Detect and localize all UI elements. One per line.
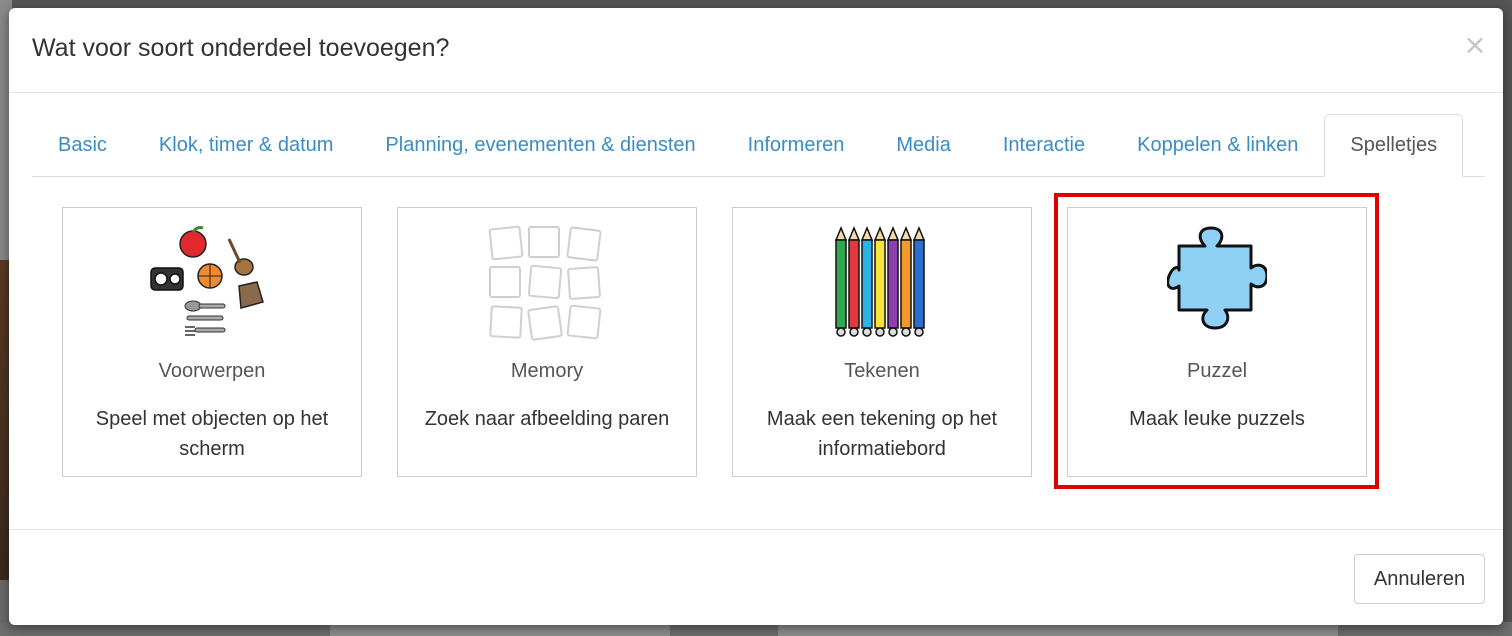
category-tabs: Basic Klok, timer & datum Planning, even… <box>32 114 1485 177</box>
card-description: Maak een tekening op het informatiebord <box>766 408 998 460</box>
backdrop-card <box>330 624 670 636</box>
dialog-footer: Annuleren <box>9 529 1503 625</box>
cancel-button[interactable]: Annuleren <box>1354 554 1485 604</box>
tab-basic[interactable]: Basic <box>32 114 133 176</box>
dialog-title: Wat voor soort onderdeel toevoegen? <box>32 34 450 62</box>
card-puzzel[interactable]: Puzzel Maak leuke puzzels <box>1067 207 1367 477</box>
dialog-header: Wat voor soort onderdeel toevoegen? × <box>9 8 1503 93</box>
tab-inform[interactable]: Informeren <box>722 114 871 176</box>
card-title: Tekenen <box>844 360 920 382</box>
puzzle-piece-icon <box>1068 224 1366 344</box>
tab-planning-events-services[interactable]: Planning, evenementen & diensten <box>359 114 721 176</box>
game-options: Voorwerpen Speel met objecten op het sch… <box>62 207 1382 477</box>
tab-games[interactable]: Spelletjes <box>1324 114 1464 177</box>
card-description: Maak leuke puzzels <box>1129 408 1305 430</box>
card-description: Speel met objecten op het scherm <box>95 408 329 460</box>
close-icon[interactable]: × <box>1463 30 1487 60</box>
backdrop-card <box>778 624 1338 636</box>
memory-cards-icon <box>398 224 696 344</box>
card-memory[interactable]: Memory Zoek naar afbeelding paren <box>397 207 697 477</box>
card-title: Memory <box>510 360 584 382</box>
card-voorwerpen[interactable]: Voorwerpen Speel met objecten op het sch… <box>62 207 362 477</box>
colored-pencils-icon <box>733 224 1031 344</box>
add-item-dialog: Wat voor soort onderdeel toevoegen? × Ba… <box>9 8 1503 625</box>
card-title: Voorwerpen <box>158 360 266 382</box>
card-title: Puzzel <box>1186 360 1248 382</box>
card-tekenen[interactable]: Tekenen Maak een tekening op het informa… <box>732 207 1032 477</box>
tab-clock-timer-date[interactable]: Klok, timer & datum <box>133 114 360 176</box>
objects-icon <box>63 224 361 344</box>
card-description: Zoek naar afbeelding paren <box>424 408 670 430</box>
tab-media[interactable]: Media <box>870 114 976 176</box>
tab-interaction[interactable]: Interactie <box>977 114 1111 176</box>
tab-connect-link[interactable]: Koppelen & linken <box>1111 114 1324 176</box>
